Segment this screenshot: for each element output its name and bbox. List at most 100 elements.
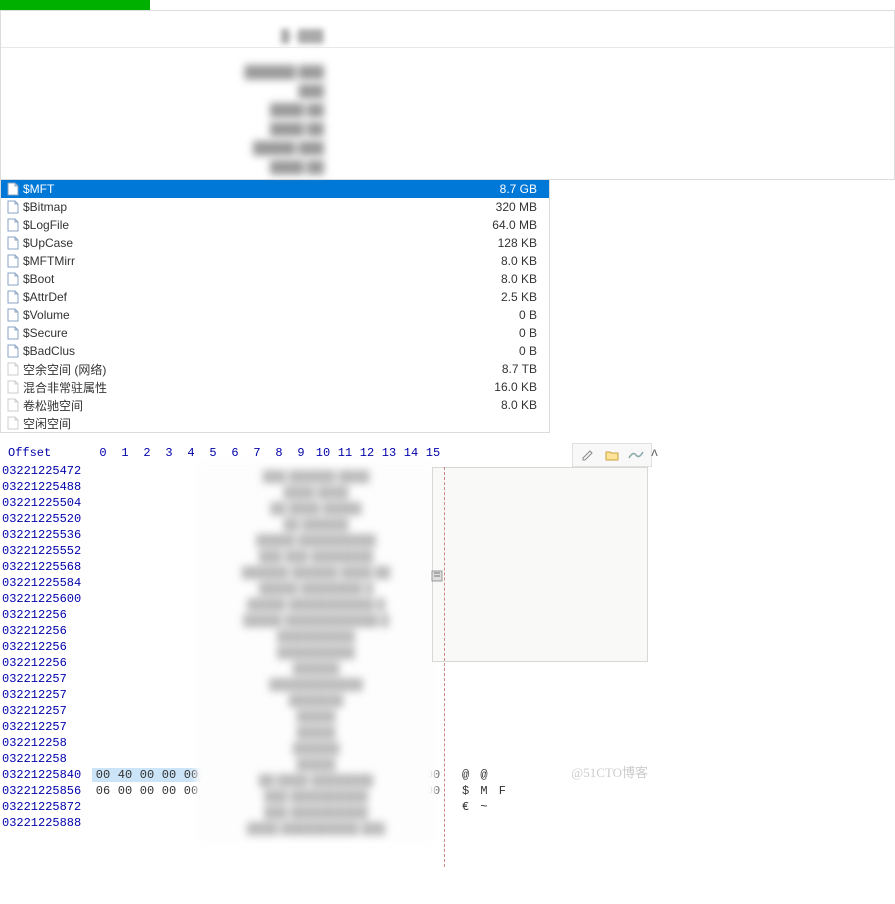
file-name: $UpCase [23, 236, 398, 250]
file-size: 0 B [398, 344, 545, 358]
hex-ascii: @ @ [462, 768, 490, 782]
hex-offset: 03221225472 [0, 464, 92, 478]
curve-icon[interactable] [625, 446, 647, 464]
hex-col-header: 0 [92, 446, 114, 460]
hex-body: 0322122547203221225488032212255040322122… [0, 463, 660, 831]
scroll-up-icon[interactable]: ʌ [647, 443, 662, 463]
hex-byte[interactable]: 00 [158, 784, 180, 798]
file-row[interactable]: 空余空间 (网络)8.7 TB [1, 360, 549, 378]
hex-offset: 032212256 [0, 640, 92, 654]
hex-col-header: 1 [114, 446, 136, 460]
watermark: @51CTO博客 [571, 762, 648, 781]
file-row[interactable]: $Boot8.0 KB [1, 270, 549, 288]
file-name: $AttrDef [23, 290, 398, 304]
blurred-header: █─███ [281, 29, 324, 43]
folder-icon[interactable] [601, 446, 623, 464]
hex-offset: 03221225488 [0, 480, 92, 494]
file-row[interactable]: $MFT8.7 GB [1, 180, 549, 198]
hex-byte[interactable]: 40 [114, 768, 136, 782]
hex-byte[interactable]: 00 [136, 784, 158, 798]
file-icon [5, 290, 21, 304]
file-row[interactable]: $Bitmap320 MB [1, 198, 549, 216]
hex-col-header: 11 [334, 446, 356, 460]
file-name: $MFTMirr [23, 254, 398, 268]
file-icon [5, 182, 21, 196]
hex-offset: 032212258 [0, 736, 92, 750]
file-icon [5, 200, 21, 214]
hex-header-row: Offset 0123456789101112131415 ʌ [0, 443, 660, 463]
pencil-icon[interactable] [577, 446, 599, 464]
file-table[interactable]: $MFT8.7 GB$Bitmap320 MB$LogFile64.0 MB$U… [0, 180, 550, 433]
hex-ascii: $ M F [462, 784, 508, 798]
file-size: 320 MB [398, 200, 545, 214]
file-row[interactable]: $Volume0 B [1, 306, 549, 324]
hex-ascii: € ~ [462, 800, 490, 814]
hex-offset: 03221225584 [0, 576, 92, 590]
hex-col-header: 7 [246, 446, 268, 460]
blurred-info-2: ███ [234, 82, 334, 101]
hex-byte[interactable]: 00 [92, 768, 114, 782]
hex-col-header: 10 [312, 446, 334, 460]
file-name: 空余空间 (网络) [23, 361, 398, 378]
file-icon [5, 272, 21, 286]
blurred-info-3: ████ ██ [234, 101, 334, 120]
hex-byte[interactable]: 06 [92, 784, 114, 798]
file-row[interactable]: 混合非常驻属性16.0 KB [1, 378, 549, 396]
file-row[interactable]: $UpCase128 KB [1, 234, 549, 252]
hex-offset: 03221225856 [0, 784, 92, 798]
hex-offset: 03221225552 [0, 544, 92, 558]
hex-col-header: 14 [400, 446, 422, 460]
blurred-info-4: ████ ██ [234, 120, 334, 139]
file-size: 0 B [398, 308, 545, 322]
bookmark-icon [430, 569, 444, 586]
hex-col-header: 9 [290, 446, 312, 460]
file-name: $Volume [23, 308, 398, 322]
file-name: $MFT [23, 182, 398, 196]
file-size: 8.7 TB [398, 362, 545, 376]
hex-col-header: 5 [202, 446, 224, 460]
hex-offset: 03221225840 [0, 768, 92, 782]
hex-offset: 032212257 [0, 688, 92, 702]
hex-col-header: 4 [180, 446, 202, 460]
hex-byte[interactable]: 00 [114, 784, 136, 798]
file-size: 16.0 KB [398, 380, 545, 394]
blurred-hex-content: ███ ██████ ████████ ██████ ████ █████ ██… [196, 463, 436, 843]
blurred-info-5: █████ ███ [234, 139, 334, 158]
file-icon [5, 344, 21, 358]
file-row[interactable]: $Secure0 B [1, 324, 549, 342]
file-size: 8.7 GB [398, 182, 545, 196]
file-icon [5, 236, 21, 250]
tooltip-popup [432, 467, 648, 662]
file-size: 64.0 MB [398, 218, 545, 232]
file-name: 卷松驰空间 [23, 397, 398, 414]
hex-byte[interactable]: 00 [158, 768, 180, 782]
file-size: 8.0 KB [398, 398, 545, 412]
progress-bar [0, 0, 150, 10]
hex-offset: 03221225872 [0, 800, 92, 814]
hex-col-header: 15 [422, 446, 444, 460]
file-size: 128 KB [398, 236, 545, 250]
file-name: 混合非常驻属性 [23, 379, 398, 396]
hex-col-header: 8 [268, 446, 290, 460]
hex-byte[interactable]: 00 [136, 768, 158, 782]
file-size: 0 B [398, 326, 545, 340]
hex-offset: 03221225600 [0, 592, 92, 606]
file-row[interactable]: $LogFile64.0 MB [1, 216, 549, 234]
file-row[interactable]: 卷松驰空间8.0 KB [1, 396, 549, 414]
hex-panel: Offset 0123456789101112131415 ʌ 03221225… [0, 443, 660, 831]
file-row[interactable]: $AttrDef2.5 KB [1, 288, 549, 306]
hex-col-header: 6 [224, 446, 246, 460]
hex-col-header: 12 [356, 446, 378, 460]
file-icon [5, 218, 21, 232]
top-panel: █─███ ██████ ███ ███ ████ ██ ████ ██ ███… [0, 10, 895, 180]
file-icon [5, 254, 21, 268]
file-name: $Bitmap [23, 200, 398, 214]
file-row[interactable]: $MFTMirr8.0 KB [1, 252, 549, 270]
file-name: 空闲空间 [23, 415, 398, 432]
file-icon [5, 398, 21, 412]
file-row[interactable]: $BadClus0 B [1, 342, 549, 360]
hex-offset: 032212256 [0, 624, 92, 638]
file-row[interactable]: 空闲空间 [1, 414, 549, 432]
hex-offset: 03221225520 [0, 512, 92, 526]
hex-col-header: 2 [136, 446, 158, 460]
